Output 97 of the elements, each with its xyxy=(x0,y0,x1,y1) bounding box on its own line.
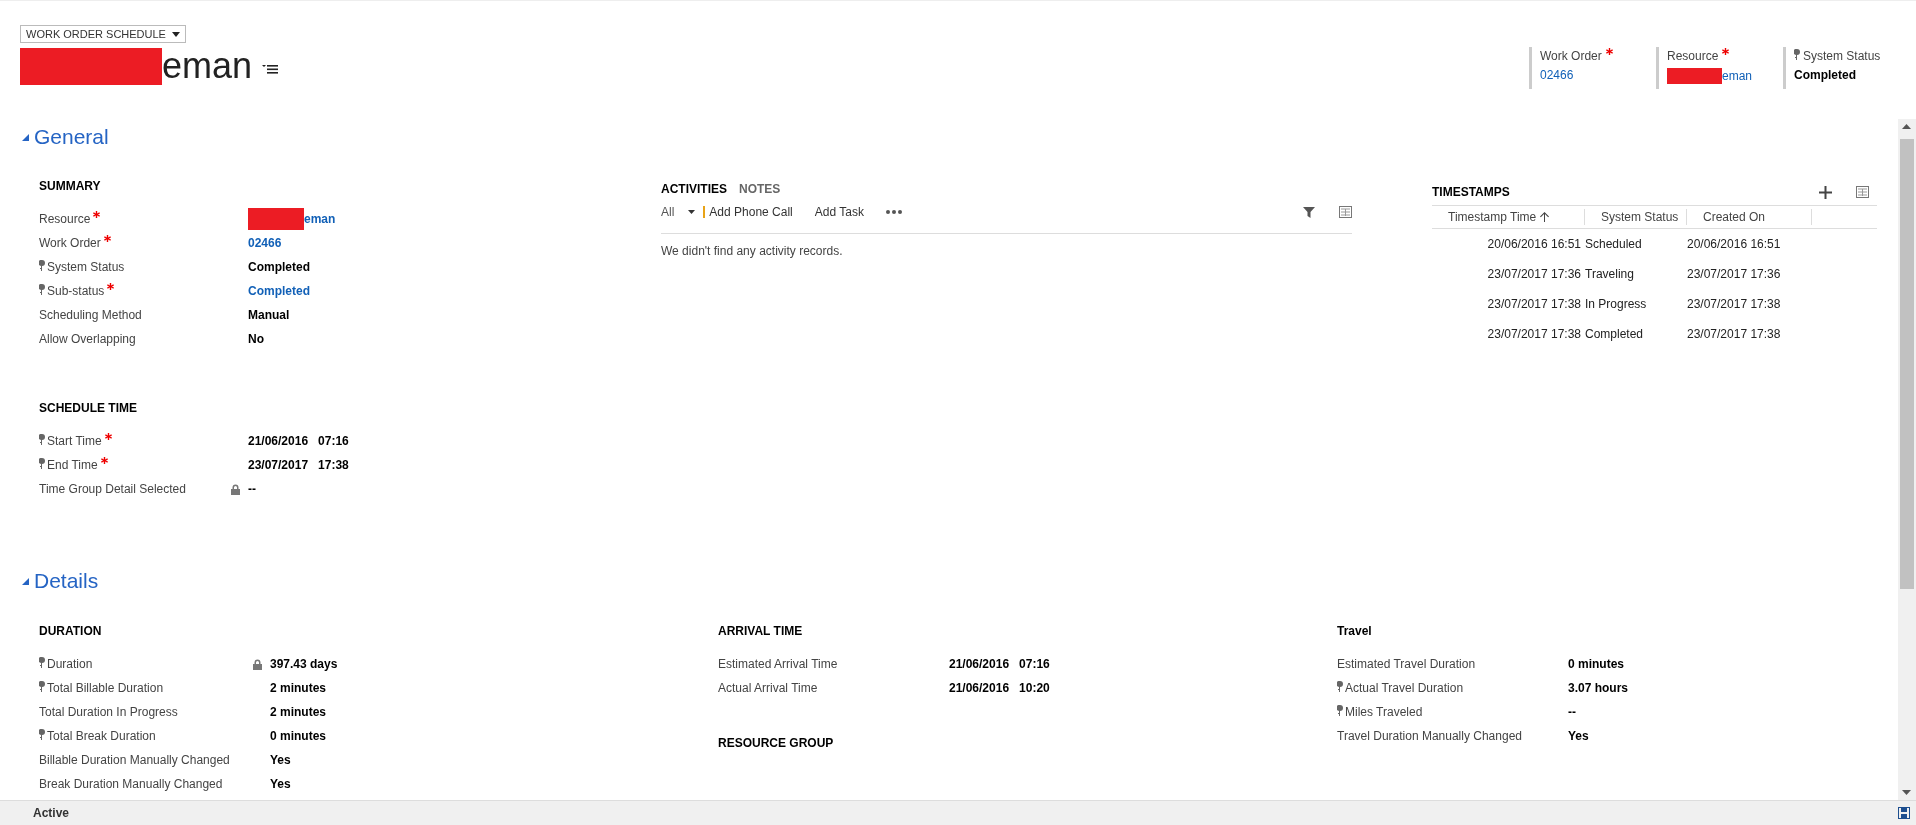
group-heading: ARRIVAL TIME xyxy=(718,624,804,640)
field-value: Completed xyxy=(248,260,310,274)
field-value: 0 minutes xyxy=(1568,657,1624,671)
table-cell: Completed xyxy=(1585,327,1644,341)
field-label: Resource xyxy=(1667,49,1719,63)
group-heading: Travel xyxy=(1337,624,1373,640)
empty-message: We didn't find any activity records. xyxy=(661,244,843,258)
field-value: Manual xyxy=(248,308,290,322)
field-label: Total Break Duration xyxy=(47,729,156,743)
field-value: 397.43 days xyxy=(270,657,338,671)
field-label: Actual Travel Duration xyxy=(1345,681,1464,695)
separator-icon xyxy=(703,206,706,218)
group-heading: RESOURCE GROUP xyxy=(718,736,835,752)
arrow-up-icon[interactable] xyxy=(1902,124,1911,129)
table-cell: Scheduled xyxy=(1585,237,1642,251)
form-selector[interactable]: WORK ORDER SCHEDULE xyxy=(20,25,186,43)
field-label: Duration xyxy=(47,657,93,671)
field-value: Completed xyxy=(1794,68,1856,82)
toolbar-action[interactable]: Add Task xyxy=(814,205,872,219)
grid-view-icon[interactable] xyxy=(1856,186,1869,198)
table-cell: 20/06/2016 16:51 xyxy=(1487,237,1581,251)
table-cell: Traveling xyxy=(1585,267,1634,281)
field-label: Estimated Arrival Time xyxy=(718,657,838,671)
field-value: 23/07/2017 17:38 xyxy=(248,458,349,472)
table-cell: In Progress xyxy=(1585,297,1647,311)
tab[interactable]: NOTES xyxy=(739,179,781,199)
grid-view-icon[interactable] xyxy=(1339,206,1352,218)
field-link[interactable]: eman xyxy=(1722,69,1753,83)
field-value: 2 minutes xyxy=(270,681,326,695)
field-label: Resource xyxy=(39,212,91,226)
sort-up-icon[interactable] xyxy=(1540,212,1550,222)
field-value: 21/06/2016 07:16 xyxy=(949,657,1050,671)
field-label: Miles Traveled xyxy=(1345,705,1423,719)
field-link[interactable]: Completed xyxy=(248,284,310,298)
caret-icon xyxy=(688,210,696,214)
field-value: 21/06/2016 07:16 xyxy=(248,434,349,448)
more-icon[interactable] xyxy=(885,210,902,214)
tab[interactable]: ACTIVITIES xyxy=(661,179,727,199)
menu-icon[interactable] xyxy=(262,64,279,74)
column-header[interactable]: Created On xyxy=(1703,210,1766,224)
field-label: Billable Duration Manually Changed xyxy=(39,753,230,767)
field-link[interactable]: 02466 xyxy=(1540,68,1574,82)
group-heading: TIMESTAMPS xyxy=(1432,185,1510,199)
table-cell: 20/06/2016 16:51 xyxy=(1687,237,1781,251)
field-label: Scheduling Method xyxy=(39,308,142,322)
field-label: Estimated Travel Duration xyxy=(1337,657,1476,671)
field-label: Actual Arrival Time xyxy=(718,681,818,695)
field-value: 0 minutes xyxy=(270,729,326,743)
add-icon[interactable] xyxy=(1819,185,1832,199)
field-value: Yes xyxy=(270,753,291,767)
field-label: Time Group Detail Selected xyxy=(39,482,186,496)
table-cell: 23/07/2017 17:36 xyxy=(1687,267,1781,281)
group-heading: DURATION xyxy=(39,624,103,640)
scrollbar[interactable] xyxy=(1898,119,1916,800)
filter-dropdown[interactable]: All xyxy=(661,205,704,219)
filter-icon[interactable] xyxy=(1303,206,1315,218)
table-cell: 23/07/2017 17:38 xyxy=(1687,297,1781,311)
field-value: Yes xyxy=(270,777,291,791)
record-title: eman xyxy=(162,46,253,86)
field-link[interactable]: 02466 xyxy=(248,236,282,250)
field-value: No xyxy=(248,332,264,346)
field-link[interactable]: eman xyxy=(304,212,336,226)
field-value: 3.07 hours xyxy=(1568,681,1629,695)
field-label: Work Order xyxy=(1540,49,1602,63)
field-label: System Status xyxy=(1803,49,1881,63)
field-label: Break Duration Manually Changed xyxy=(39,777,223,791)
section-title: General xyxy=(34,125,109,149)
field-label: Start Time xyxy=(47,434,102,448)
save-icon[interactable] xyxy=(1898,807,1910,819)
field-label: System Status xyxy=(47,260,125,274)
collapse-icon[interactable] xyxy=(22,133,29,141)
field-value: Yes xyxy=(1568,729,1589,743)
field-value: -- xyxy=(1568,705,1576,719)
section-title: Details xyxy=(34,569,99,593)
field-value: -- xyxy=(248,482,256,496)
field-value: 2 minutes xyxy=(270,705,326,719)
table-cell: 23/07/2017 17:38 xyxy=(1687,327,1781,341)
arrow-down-icon[interactable] xyxy=(1902,790,1911,795)
status-text: Active xyxy=(33,806,70,820)
toolbar-action[interactable]: Add Phone Call xyxy=(709,205,801,219)
column-header[interactable]: System Status xyxy=(1601,210,1679,224)
field-label: End Time xyxy=(47,458,98,472)
field-label: Work Order xyxy=(39,236,101,250)
field-label: Allow Overlapping xyxy=(39,332,136,346)
field-label: Total Duration In Progress xyxy=(39,705,178,719)
group-heading: SUMMARY xyxy=(39,179,102,195)
table-cell: 23/07/2017 17:38 xyxy=(1487,327,1581,341)
caret-icon xyxy=(171,31,180,37)
table-cell: 23/07/2017 17:36 xyxy=(1487,267,1581,281)
field-label: Total Billable Duration xyxy=(47,681,164,695)
field-value: 21/06/2016 10:20 xyxy=(949,681,1050,695)
field-label: Sub-status xyxy=(47,284,105,298)
group-heading: SCHEDULE TIME xyxy=(39,401,138,417)
field-label: Travel Duration Manually Changed xyxy=(1337,729,1522,743)
table-cell: 23/07/2017 17:38 xyxy=(1487,297,1581,311)
collapse-icon[interactable] xyxy=(22,577,29,585)
column-header[interactable]: Timestamp Time xyxy=(1448,210,1537,224)
